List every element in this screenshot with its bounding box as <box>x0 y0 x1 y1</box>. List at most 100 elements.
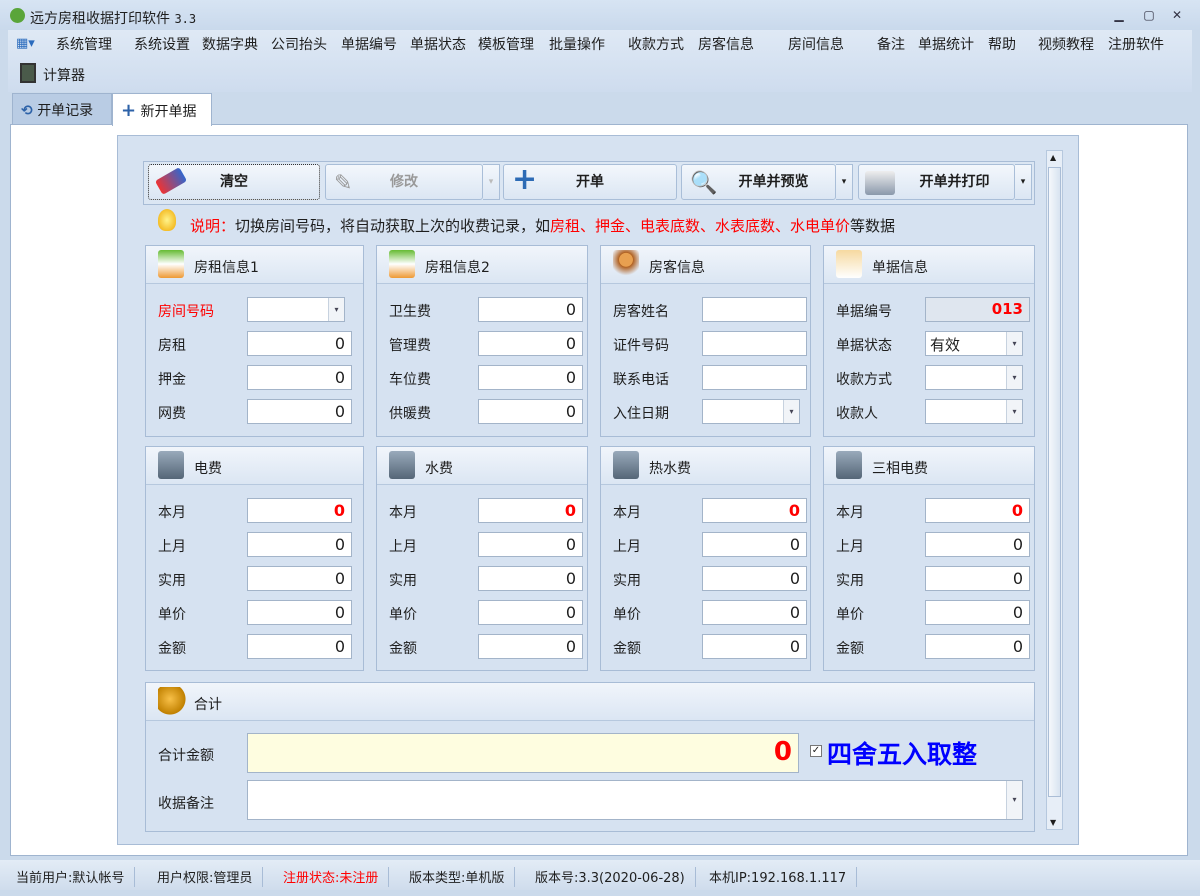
field-input[interactable]: 0 <box>247 600 352 625</box>
field-input[interactable]: 有效▾ <box>925 331 1023 356</box>
field-input[interactable]: 013 <box>925 297 1030 322</box>
group-header: 热水费 <box>601 447 810 485</box>
field-input[interactable]: 0 <box>925 532 1030 557</box>
field-input[interactable] <box>702 365 807 390</box>
menu-4[interactable]: 单据编号 <box>341 34 397 54</box>
menu-calculator[interactable]: 计算器 <box>43 65 85 85</box>
dropdown-button[interactable]: ▾ <box>1006 366 1022 389</box>
field-input[interactable]: 0 <box>478 365 583 390</box>
scroll-thumb[interactable] <box>1048 167 1061 797</box>
menu-12[interactable]: 单据统计 <box>918 34 974 54</box>
dropdown-button[interactable]: ▾ <box>328 298 344 321</box>
field-value: 013 <box>992 300 1023 318</box>
field-input[interactable]: ▾ <box>925 399 1023 424</box>
scroll-up-icon[interactable]: ▲ <box>1050 153 1056 162</box>
field-input[interactable]: 0 <box>247 399 352 424</box>
minimize-button[interactable]: ▁ <box>1110 8 1128 24</box>
preview-dropdown[interactable]: ▾ <box>836 164 853 200</box>
open-preview-button[interactable]: 🔍开单并预览 <box>681 164 836 200</box>
menu-15[interactable]: 注册软件 <box>1108 34 1164 54</box>
menu-2[interactable]: 数据字典 <box>202 34 258 54</box>
field-input[interactable]: 0 <box>702 532 807 557</box>
field-value: 0 <box>1012 501 1023 520</box>
dropdown-button[interactable]: ▾ <box>783 400 799 423</box>
field-input[interactable] <box>702 331 807 356</box>
menu-5[interactable]: 单据状态 <box>410 34 466 54</box>
field-value: 0 <box>566 603 576 622</box>
menu-3[interactable]: 公司抬头 <box>271 34 327 54</box>
field-value: 0 <box>1013 569 1023 588</box>
field-value: 0 <box>566 334 576 353</box>
maximize-button[interactable]: ▢ <box>1140 8 1158 24</box>
field-input[interactable]: 0 <box>925 600 1030 625</box>
field-input[interactable]: 0 <box>478 331 583 356</box>
field-input[interactable]: 0 <box>478 297 583 322</box>
menu-7[interactable]: 批量操作 <box>549 34 605 54</box>
group-header: 房客信息 <box>601 246 810 284</box>
field-value: 0 <box>1013 535 1023 554</box>
calculator-icon[interactable] <box>20 63 36 83</box>
tab-records[interactable]: ⟲ 开单记录 <box>12 93 112 125</box>
menu-10[interactable]: 房间信息 <box>788 34 844 54</box>
field-label: 押金 <box>158 369 186 389</box>
field-value: 0 <box>335 603 345 622</box>
round-checkbox[interactable]: ✓ <box>810 745 822 757</box>
open-print-button[interactable]: 开单并打印 <box>858 164 1015 200</box>
field-input[interactable]: 0 <box>478 600 583 625</box>
field-input[interactable]: 0 <box>247 634 352 659</box>
menu-13[interactable]: 帮助 <box>988 34 1016 54</box>
group-title: 电费 <box>194 458 222 478</box>
remark-dropdown[interactable]: ▾ <box>1006 781 1022 819</box>
menu-6[interactable]: 模板管理 <box>478 34 534 54</box>
field-input[interactable]: 0 <box>247 498 352 523</box>
field-input[interactable] <box>702 297 807 322</box>
field-input[interactable]: 0 <box>702 600 807 625</box>
tab-new-receipt[interactable]: + 新开单据 <box>112 93 212 126</box>
field-input[interactable]: 0 <box>478 634 583 659</box>
field-input[interactable]: 0 <box>247 566 352 591</box>
group-title: 房租信息1 <box>194 257 259 277</box>
field-input[interactable]: 0 <box>925 634 1030 659</box>
field-input[interactable]: ▾ <box>702 399 800 424</box>
field-input[interactable]: 0 <box>925 498 1030 523</box>
clear-button[interactable]: 清空 <box>148 164 320 200</box>
open-button[interactable]: +开单 <box>503 164 677 200</box>
field-input[interactable]: 0 <box>702 498 807 523</box>
menu-14[interactable]: 视频教程 <box>1038 34 1094 54</box>
field-input[interactable]: 0 <box>925 566 1030 591</box>
field-input[interactable]: 0 <box>702 634 807 659</box>
field-input[interactable]: 0 <box>247 331 352 356</box>
scrollbar[interactable]: ▲ ▼ <box>1046 150 1063 830</box>
field-label: 上月 <box>158 536 186 556</box>
dropdown-button[interactable]: ▾ <box>1006 400 1022 423</box>
plus-icon: + <box>512 163 537 197</box>
field-label: 实用 <box>613 570 641 590</box>
scroll-down-icon[interactable]: ▼ <box>1050 818 1056 827</box>
field-input[interactable]: 0 <box>247 532 352 557</box>
field-input[interactable]: ▾ <box>925 365 1023 390</box>
modify-button[interactable]: ✎修改 <box>325 164 483 200</box>
round-label[interactable]: 四舍五入取整 <box>827 735 977 771</box>
remark-field[interactable]: ▾ <box>247 780 1023 820</box>
field-input[interactable]: 0 <box>478 399 583 424</box>
menu-0[interactable]: 系统管理 <box>56 34 112 54</box>
total-amount-field[interactable]: 0 <box>247 733 799 773</box>
menu-1[interactable]: 系统设置 <box>134 34 190 54</box>
field-input[interactable]: ▾ <box>247 297 345 322</box>
field-input[interactable]: 0 <box>478 498 583 523</box>
field-input[interactable]: 0 <box>702 566 807 591</box>
menu-8[interactable]: 收款方式 <box>628 34 684 54</box>
menu-9[interactable]: 房客信息 <box>698 34 754 54</box>
modify-dropdown[interactable]: ▾ <box>483 164 500 200</box>
field-input[interactable]: 0 <box>247 365 352 390</box>
field-input[interactable]: 0 <box>478 532 583 557</box>
field-input[interactable]: 0 <box>478 566 583 591</box>
field-label: 实用 <box>389 570 417 590</box>
field-label: 单据状态 <box>836 335 892 355</box>
window-version: 3.3 <box>174 12 196 26</box>
print-dropdown[interactable]: ▾ <box>1015 164 1032 200</box>
menu-grid-icon[interactable]: ▦▾ <box>16 36 40 52</box>
dropdown-button[interactable]: ▾ <box>1006 332 1022 355</box>
close-button[interactable]: ✕ <box>1168 8 1186 24</box>
menu-11[interactable]: 备注 <box>877 34 905 54</box>
